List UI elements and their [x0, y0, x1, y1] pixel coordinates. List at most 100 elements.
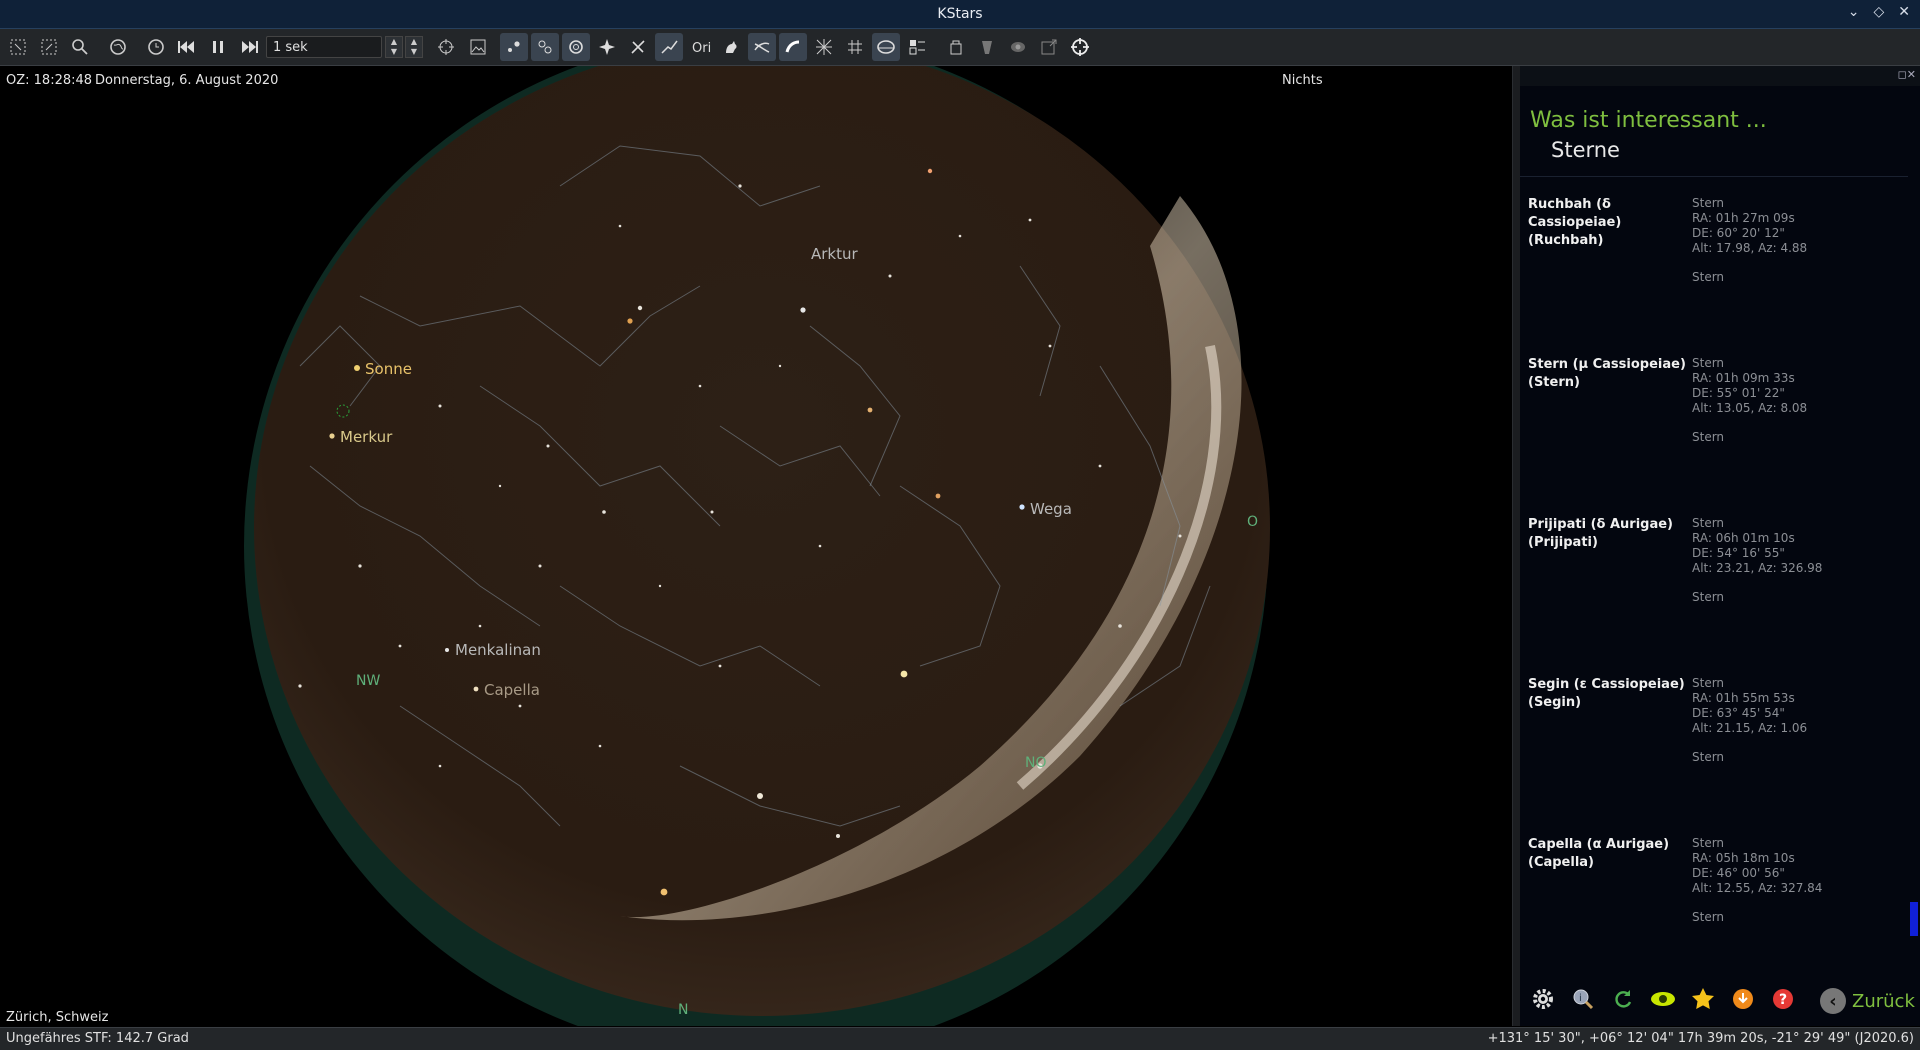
milky-way-icon[interactable] [748, 33, 776, 61]
time-step-field[interactable]: 1 sek [266, 36, 382, 58]
sky-disk [254, 66, 1270, 1016]
horizontal-grid-icon[interactable] [841, 33, 869, 61]
arktur-marker[interactable] [800, 307, 806, 313]
label-wega: Wega [1030, 500, 1072, 518]
object-info: Stern RA: 01h 55m 53s DE: 63° 45' 54" Alt: … [1692, 676, 1808, 735]
close-icon[interactable]: ✕ [1898, 4, 1910, 20]
back-label: Zurück [1852, 990, 1915, 1012]
equator-icon[interactable] [779, 33, 807, 61]
constellation-art-icon[interactable] [717, 33, 745, 61]
label-merkur: Merkur [340, 428, 393, 446]
flags-icon[interactable] [903, 33, 931, 61]
list-item[interactable]: Capella (α Aurigae) (Capella) Stern RA: 0… [1528, 836, 1908, 986]
menkalinan-marker[interactable] [445, 648, 449, 652]
ground-icon[interactable] [872, 33, 900, 61]
visibility-icon[interactable] [1648, 984, 1678, 1014]
object-type: Stern [1692, 430, 1725, 444]
center-object-icon[interactable] [432, 33, 460, 61]
sky-map-canvas[interactable]: Arktur Sonne Merkur Wega Menkalinan Cape… [0, 66, 1512, 1026]
mercury-marker[interactable] [329, 433, 335, 439]
maximize-icon[interactable]: ◇ [1873, 4, 1884, 20]
label-menkalinan: Menkalinan [455, 641, 541, 659]
list-item[interactable]: Ruchbah (δ Cassiopeiae) (Ruchbah) Stern R… [1528, 196, 1908, 346]
panel-subtitle: Sterne [1551, 138, 1620, 162]
back-arrow-icon: ‹ [1820, 988, 1846, 1014]
deep-sky-icon[interactable] [531, 33, 559, 61]
comets-icon[interactable] [593, 33, 621, 61]
compass-nw: NW [356, 673, 380, 689]
panel-header-bar: ◻✕ [1520, 66, 1920, 86]
object-type: Stern [1692, 590, 1725, 604]
image-icon[interactable] [464, 33, 492, 61]
pause-icon[interactable] [204, 33, 232, 61]
planets-icon[interactable] [562, 33, 590, 61]
zoom-fit-icon[interactable] [4, 33, 32, 61]
object-name: Segin (ε Cassiopeiae) (Segin) [1528, 677, 1685, 710]
svg-text:?: ? [1779, 992, 1787, 1008]
globe-icon[interactable] [104, 33, 132, 61]
grid-icon[interactable] [810, 33, 838, 61]
observing-icon[interactable] [1035, 33, 1063, 61]
minimize-icon[interactable]: ⌄ [1848, 4, 1860, 20]
skip-back-icon[interactable] [172, 33, 200, 61]
list-item[interactable]: Segin (ε Cassiopeiae) (Segin) Stern RA: 0… [1528, 676, 1908, 826]
sky-map[interactable]: Arktur Sonne Merkur Wega Menkalinan Cape… [0, 66, 1512, 1026]
object-name: Stern (μ Cassiopeiae) (Stern) [1528, 357, 1686, 390]
object-type: Stern [1692, 270, 1725, 284]
object-info: Stern RA: 01h 27m 09s DE: 60° 20' 12" Alt: … [1692, 196, 1808, 255]
favorite-icon[interactable] [1688, 984, 1718, 1014]
time-step-spinner[interactable]: ▲ ▼ [385, 36, 403, 58]
time-step-units-spinner[interactable]: ▲ ▼ [405, 36, 423, 58]
fov-icon[interactable] [973, 33, 1001, 61]
inspect-icon[interactable]: i [1568, 984, 1598, 1014]
compass-n: N [678, 1002, 688, 1018]
list-item[interactable]: Stern (μ Cassiopeiae) (Stern) Stern RA: 0… [1528, 356, 1908, 506]
whats-interesting-panel: ◻✕ Was ist interessant ... Sterne Ruchba… [1520, 66, 1920, 1026]
object-type: Stern [1692, 910, 1725, 924]
panel-separator [1520, 176, 1908, 177]
label-capella: Capella [484, 681, 540, 699]
panel-title: Was ist interessant ... [1530, 108, 1767, 133]
vega-marker[interactable] [1019, 504, 1025, 510]
coordinates-status: +131° 15' 30", +06° 12' 04" 17h 39m 20s,… [1487, 1031, 1914, 1046]
focus-label: Nichts [1282, 73, 1323, 88]
sun-marker[interactable] [354, 365, 360, 371]
date-label: Donnerstag, 6. August 2020 [95, 73, 279, 88]
status-bar: Ungefähres STF: 142.7 Grad +131° 15' 30"… [0, 1027, 1920, 1050]
zoom-select-icon[interactable] [35, 33, 63, 61]
object-name: Ruchbah (δ Cassiopeiae) (Ruchbah) [1528, 197, 1622, 248]
float-close-icon[interactable]: ◻✕ [1898, 68, 1916, 81]
settings-icon[interactable] [1528, 984, 1558, 1014]
window-title: KStars [937, 6, 983, 22]
time-label: OZ: 18:28:48 [6, 73, 93, 88]
object-name: Prijipati (δ Aurigae) (Prijipati) [1528, 517, 1673, 550]
clock-icon[interactable] [142, 33, 170, 61]
back-button[interactable]: ‹ Zurück [1820, 986, 1915, 1016]
location-label: Zürich, Schweiz [6, 1010, 109, 1025]
fov-status: Ungefähres STF: 142.7 Grad [6, 1031, 189, 1046]
object-info: Stern RA: 01h 09m 33s DE: 55° 01' 22" Alt: … [1692, 356, 1808, 415]
download-icon[interactable] [1728, 984, 1758, 1014]
stars-icon[interactable] [500, 33, 528, 61]
object-info: Stern RA: 05h 18m 10s DE: 46° 00' 56" Alt: … [1692, 836, 1823, 895]
skip-forward-icon[interactable] [236, 33, 264, 61]
hips-icon[interactable] [942, 33, 970, 61]
label-sonne: Sonne [365, 360, 412, 378]
panel-button-bar: i ? ‹ Zurück [1520, 976, 1920, 1026]
satellites-icon[interactable] [624, 33, 652, 61]
title-bar: KStars ⌄ ◇ ✕ [0, 0, 1920, 29]
object-name: Capella (α Aurigae) (Capella) [1528, 837, 1670, 870]
object-info: Stern RA: 06h 01m 10s DE: 54° 16' 55" Alt: … [1692, 516, 1823, 575]
help-icon[interactable]: ? [1768, 984, 1798, 1014]
constellation-lines-icon[interactable] [655, 33, 683, 61]
reload-icon[interactable] [1608, 984, 1638, 1014]
constellation-names-icon[interactable]: Ori [686, 33, 714, 61]
crosshair-icon[interactable] [1066, 33, 1094, 61]
search-icon[interactable] [66, 33, 94, 61]
compass-no: NO [1025, 755, 1047, 771]
compass-o: O [1247, 514, 1258, 530]
eyepiece-icon[interactable] [1004, 33, 1032, 61]
capella-marker[interactable] [473, 686, 479, 692]
panel-scrollbar[interactable] [1910, 902, 1918, 936]
list-item[interactable]: Prijipati (δ Aurigae) (Prijipati) Stern R… [1528, 516, 1908, 666]
